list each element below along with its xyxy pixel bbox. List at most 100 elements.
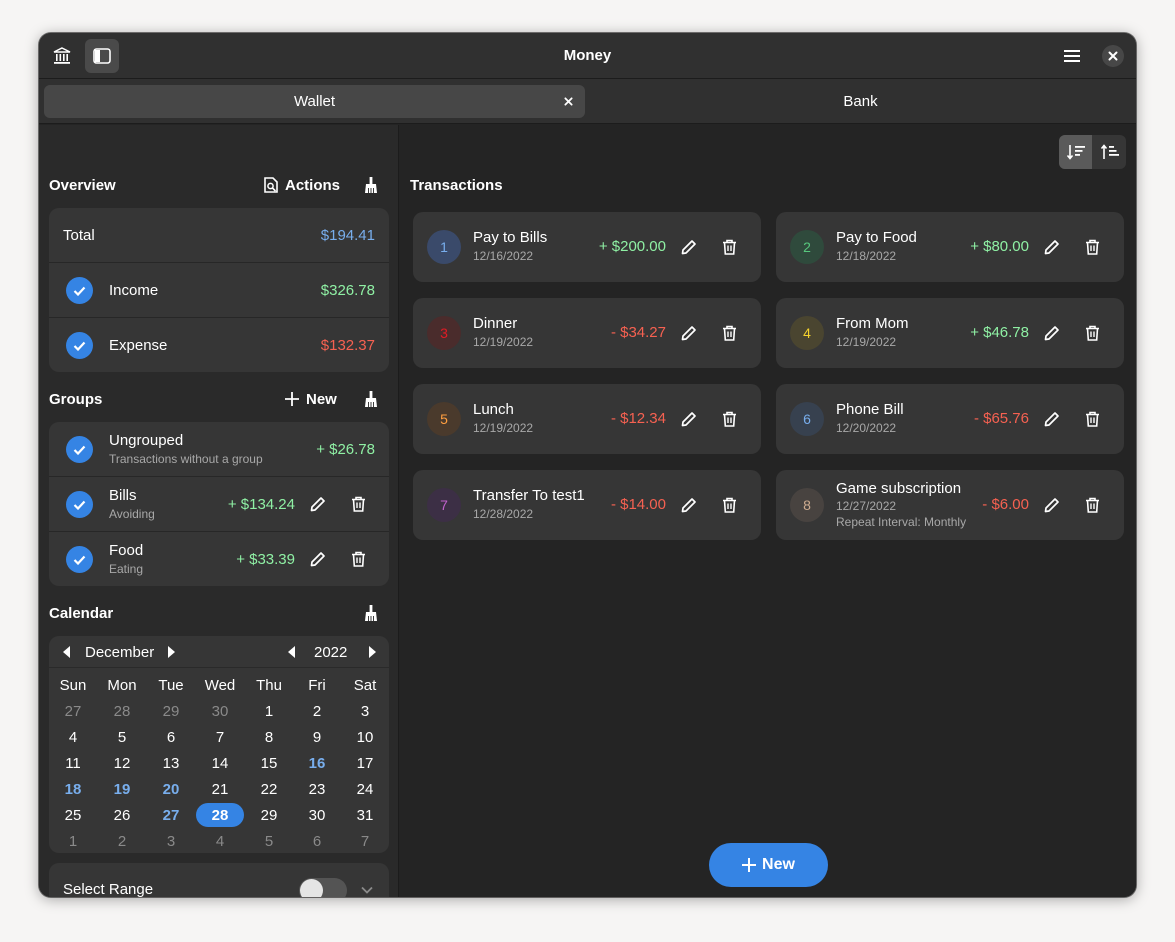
range-expand-button[interactable] [353, 876, 381, 897]
calendar-day[interactable]: 21 [196, 777, 244, 801]
delete-transaction-button[interactable] [1078, 319, 1106, 347]
delete-transaction-button[interactable] [1078, 491, 1106, 519]
calendar-day[interactable]: 1 [245, 699, 293, 723]
transaction-card[interactable]: 3 Dinner 12/19/2022 - $34.27 [413, 298, 761, 368]
calendar-day[interactable]: 14 [196, 751, 244, 775]
close-window-button[interactable] [1102, 45, 1124, 67]
calendar-day[interactable]: 9 [293, 725, 341, 749]
calendar-day[interactable]: 18 [49, 777, 97, 801]
calendar-day[interactable]: 4 [196, 829, 244, 853]
delete-transaction-button[interactable] [1078, 233, 1106, 261]
sort-ascending-button[interactable] [1093, 135, 1126, 169]
prev-year-button[interactable] [277, 638, 305, 666]
calendar-day[interactable]: 6 [293, 829, 341, 853]
groups-clear-button[interactable] [357, 385, 385, 413]
income-checkbox[interactable] [66, 277, 93, 304]
new-transaction-button[interactable]: New [709, 843, 828, 887]
calendar-day[interactable]: 29 [245, 803, 293, 827]
select-range-switch[interactable] [299, 878, 347, 897]
calendar-day[interactable]: 2 [98, 829, 146, 853]
tab-bank[interactable]: Bank [590, 85, 1131, 118]
overview-clear-button[interactable] [357, 171, 385, 199]
calendar-day[interactable]: 7 [196, 725, 244, 749]
transaction-card[interactable]: 5 Lunch 12/19/2022 - $12.34 [413, 384, 761, 454]
calendar-day[interactable]: 7 [341, 829, 389, 853]
calendar-day[interactable]: 13 [147, 751, 195, 775]
edit-transaction-button[interactable] [1038, 233, 1066, 261]
calendar-day[interactable]: 19 [98, 777, 146, 801]
edit-transaction-button[interactable] [675, 233, 703, 261]
group-checkbox[interactable] [66, 491, 93, 518]
actions-button[interactable]: Actions [263, 174, 340, 196]
group-row[interactable]: Food Eating + $33.39 [49, 532, 389, 586]
expense-checkbox[interactable] [66, 332, 93, 359]
group-row[interactable]: Ungrouped Transactions without a group +… [49, 422, 389, 477]
delete-group-button[interactable] [344, 545, 372, 573]
delete-transaction-button[interactable] [715, 491, 743, 519]
calendar-day[interactable]: 3 [341, 699, 389, 723]
calendar-day[interactable]: 4 [49, 725, 97, 749]
calendar-day[interactable]: 28 [98, 699, 146, 723]
group-checkbox[interactable] [66, 546, 93, 573]
transaction-card[interactable]: 1 Pay to Bills 12/16/2022 + $200.00 [413, 212, 761, 282]
calendar-day[interactable]: 29 [147, 699, 195, 723]
calendar-day[interactable]: 27 [49, 699, 97, 723]
transaction-card[interactable]: 4 From Mom 12/19/2022 + $46.78 [776, 298, 1124, 368]
calendar-clear-button[interactable] [357, 599, 385, 627]
edit-transaction-button[interactable] [1038, 405, 1066, 433]
delete-transaction-button[interactable] [715, 319, 743, 347]
calendar-day[interactable]: 24 [341, 777, 389, 801]
income-row[interactable]: Income $326.78 [49, 263, 389, 318]
calendar-day[interactable]: 17 [341, 751, 389, 775]
delete-transaction-button[interactable] [1078, 405, 1106, 433]
calendar-day[interactable]: 16 [293, 751, 341, 775]
calendar-day[interactable]: 10 [341, 725, 389, 749]
calendar-day[interactable]: 3 [147, 829, 195, 853]
delete-transaction-button[interactable] [715, 233, 743, 261]
transaction-card[interactable]: 7 Transfer To test1 12/28/2022 - $14.00 [413, 470, 761, 540]
group-row[interactable]: Bills Avoiding + $134.24 [49, 477, 389, 532]
edit-transaction-button[interactable] [675, 319, 703, 347]
calendar-day[interactable]: 15 [245, 751, 293, 775]
sort-descending-button[interactable] [1059, 135, 1092, 169]
edit-transaction-button[interactable] [1038, 319, 1066, 347]
calendar-day[interactable]: 28 [196, 803, 244, 827]
calendar-day[interactable]: 22 [245, 777, 293, 801]
calendar-day[interactable]: 5 [245, 829, 293, 853]
calendar-day[interactable]: 25 [49, 803, 97, 827]
calendar-day[interactable]: 20 [147, 777, 195, 801]
transaction-card[interactable]: 2 Pay to Food 12/18/2022 + $80.00 [776, 212, 1124, 282]
main-menu-button[interactable] [1055, 39, 1089, 73]
calendar-day[interactable]: 23 [293, 777, 341, 801]
new-group-button[interactable]: New [285, 388, 337, 410]
edit-group-button[interactable] [304, 545, 332, 573]
calendar-day[interactable]: 26 [98, 803, 146, 827]
edit-transaction-button[interactable] [675, 405, 703, 433]
next-year-button[interactable] [358, 638, 386, 666]
tab-wallet[interactable]: Wallet [44, 85, 585, 118]
calendar-day[interactable]: 11 [49, 751, 97, 775]
calendar-day[interactable]: 30 [196, 699, 244, 723]
delete-transaction-button[interactable] [715, 405, 743, 433]
edit-group-button[interactable] [304, 490, 332, 518]
calendar-day[interactable]: 2 [293, 699, 341, 723]
transaction-card[interactable]: 8 Game subscription 12/27/2022 Repeat Inter… [776, 470, 1124, 540]
calendar-day[interactable]: 31 [341, 803, 389, 827]
delete-group-button[interactable] [344, 490, 372, 518]
calendar-day[interactable]: 5 [98, 725, 146, 749]
edit-transaction-button[interactable] [1038, 491, 1066, 519]
calendar-day[interactable]: 12 [98, 751, 146, 775]
tab-label: Bank [843, 93, 878, 110]
tab-close-button[interactable] [561, 94, 575, 108]
edit-transaction-button[interactable] [675, 491, 703, 519]
group-checkbox[interactable] [66, 436, 93, 463]
prev-month-button[interactable] [52, 638, 80, 666]
calendar-day[interactable]: 6 [147, 725, 195, 749]
calendar-day[interactable]: 27 [147, 803, 195, 827]
next-month-button[interactable] [157, 638, 185, 666]
calendar-day[interactable]: 30 [293, 803, 341, 827]
transaction-card[interactable]: 6 Phone Bill 12/20/2022 - $65.76 [776, 384, 1124, 454]
calendar-day[interactable]: 1 [49, 829, 97, 853]
expense-row[interactable]: Expense $132.37 [49, 318, 389, 372]
calendar-day[interactable]: 8 [245, 725, 293, 749]
